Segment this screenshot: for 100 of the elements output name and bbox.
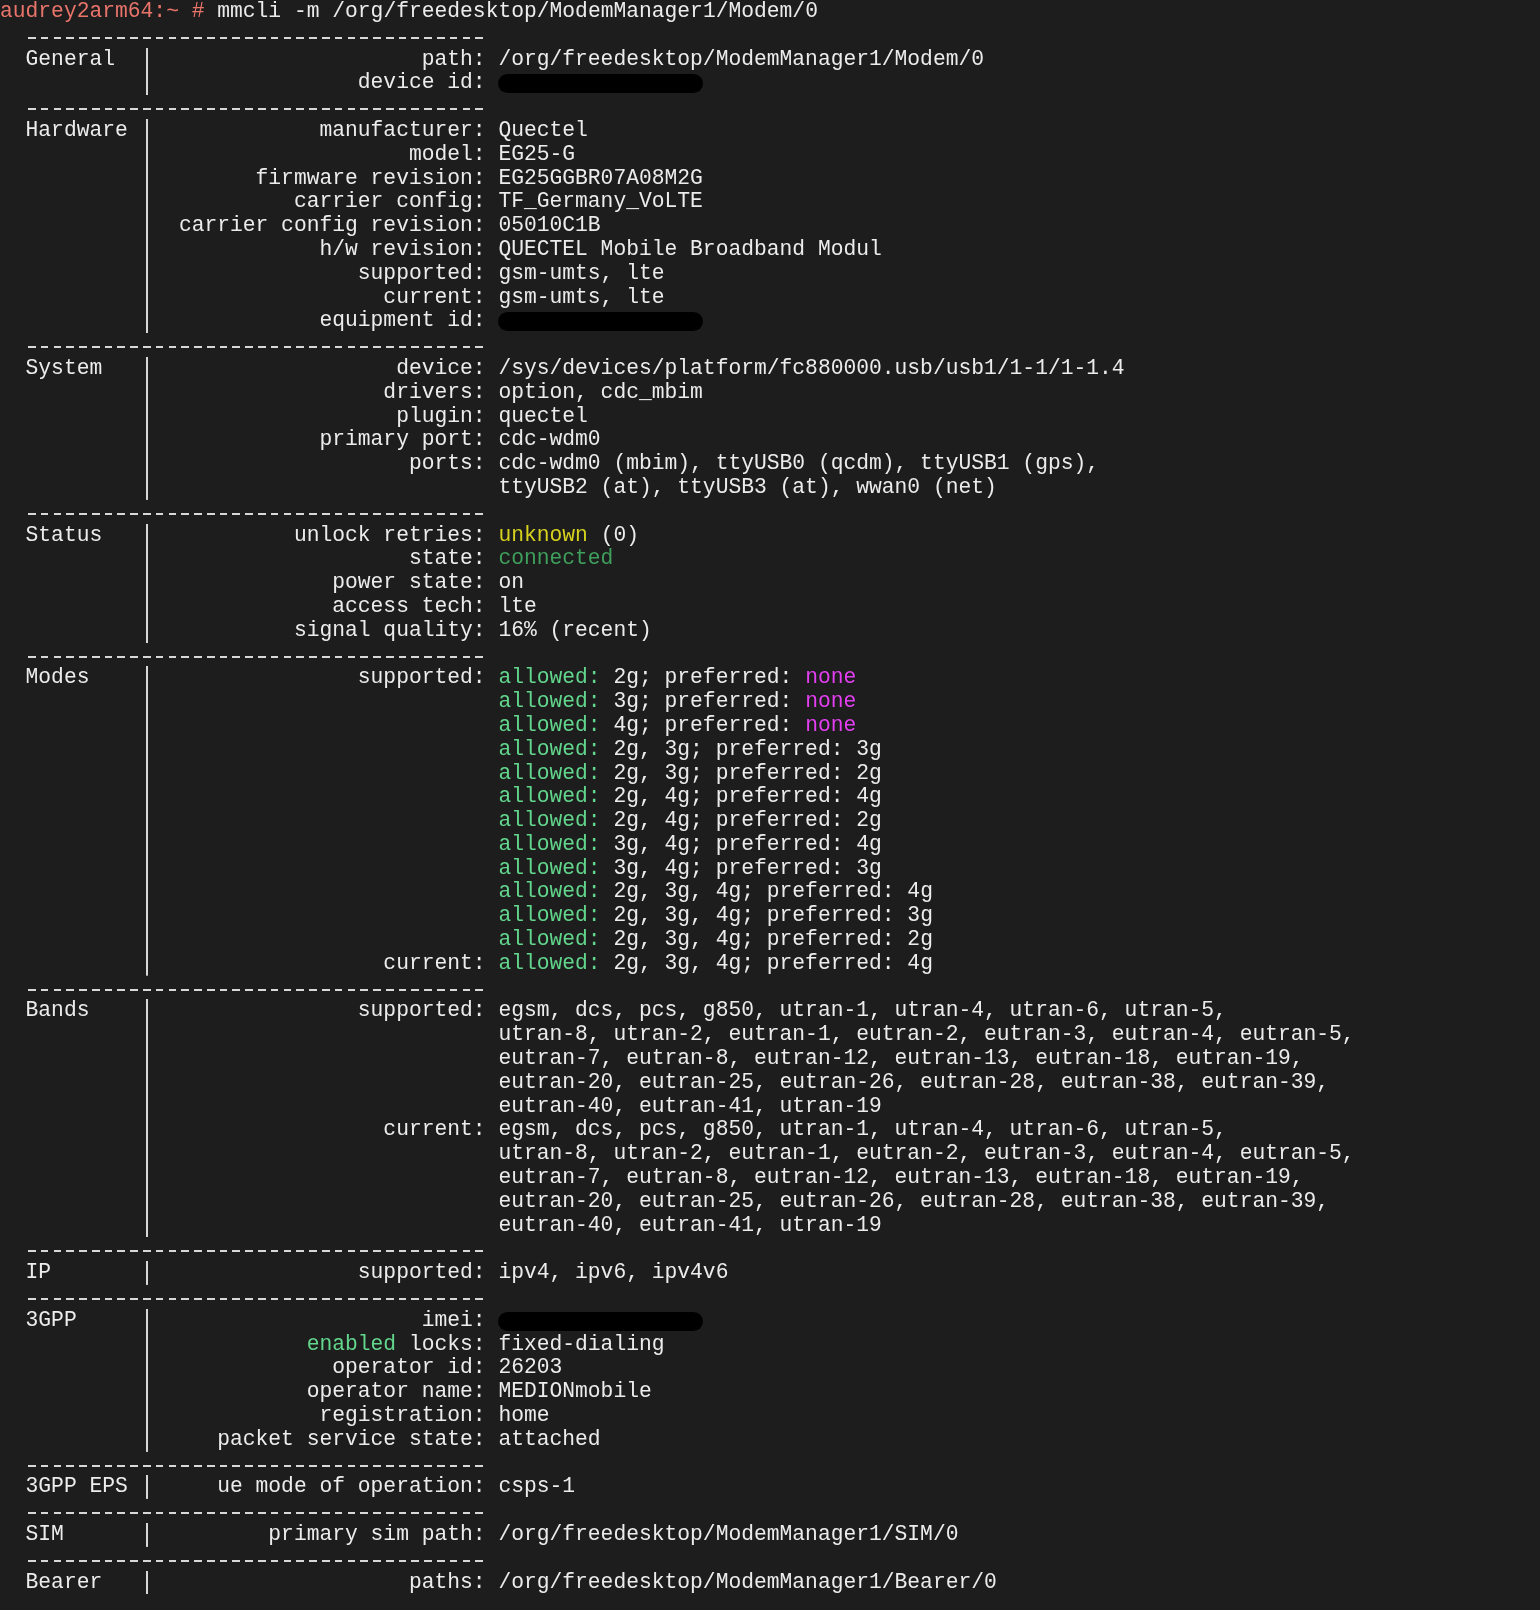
field-value: unknown (0) [498,523,639,548]
field-label: supported: [357,1261,486,1286]
field-value: /org/freedesktop/ModemManager1/Modem/0 [498,47,985,72]
field-value: TF_Germany_VoLTE [498,190,703,215]
section-label: General [25,47,116,72]
field-label: device: [396,356,486,381]
field-value: eutran-40, eutran-41, utran-19 [498,1094,882,1119]
field-value: allowed: 3g, 4g; preferred: 4g [498,832,882,857]
field-value: eutran-40, eutran-41, utran-19 [498,1213,882,1238]
field-label: current: [383,1118,486,1143]
field-label: current: [383,285,486,310]
field-value: connected [498,547,614,572]
field-value: /org/freedesktop/ModemManager1/SIM/0 [498,1523,959,1547]
field-value: option, cdc_mbim [498,380,703,405]
field-value: on [498,571,524,595]
field-label: carrier config: [293,190,486,215]
section-label: IP [25,1261,53,1286]
section-label: System [25,356,104,381]
field-label: access tech: [332,594,486,619]
field-value: utran-8, utran-2, eutran-1, eutran-2, eutran-3, eutran-4, eutran-5, [498,1023,1355,1048]
field-value: egsm, dcs, pcs, g850, utran-1, utran-4, utran-6, utran-5, [498,1118,1227,1143]
field-value: utran-8, utran-2, eutran-1, eutran-2, eutran-3, eutran-4, eutran-5, [498,1142,1355,1167]
field-label: signal quality: [293,618,486,643]
field-value: allowed: 2g, 3g, 4g; preferred: 3g [498,904,933,929]
field-value: eutran-7, eutran-8, eutran-12, eutran-13, eutran-18, eutran-19, [498,1047,1304,1071]
field-value: gsm-umts, lte [498,285,665,310]
section-label: Bands [25,999,91,1024]
field-value: 05010C1B [498,214,601,238]
section-label: Status [25,523,104,548]
field-label: supported: [357,261,486,286]
field-label: device id: [357,71,486,96]
field-value: ipv4, ipv6, ipv4v6 [498,1261,729,1286]
field-label: primary sim path: [268,1523,486,1547]
field-value: cdc-wdm0 (mbim), ttyUSB0 (qcdm), ttyUSB1 (gps), [498,452,1100,476]
prompt-host: audrey2arm64:~ [0,0,179,24]
field-value: allowed: 2g, 3g; preferred: 3g [498,737,882,762]
field-label: ue mode of operation: [217,1475,486,1500]
field-value: lte [498,594,537,619]
field-label: registration: [319,1404,486,1428]
field-label: drivers: [383,380,486,405]
field-value: EG25GGBR07A08M2G [498,166,703,191]
field-label: equipment id: [319,309,486,334]
field-value: EG25-G [498,142,576,167]
field-value: csps-1 [498,1475,576,1500]
field-value: Quectel [498,119,588,143]
field-value: eutran-7, eutran-8, eutran-12, eutran-13, eutran-18, eutran-19, [498,1166,1304,1190]
field-value: 16% (recent) [498,618,652,643]
field-label: operator id: [332,1356,486,1381]
field-label: paths: [408,1570,486,1595]
field-value: allowed: 2g, 3g, 4g; preferred: 4g [498,951,933,976]
field-label: primary port: [319,428,486,453]
field-value: gsm-umts, lte [498,261,665,286]
field-value: allowed: 2g, 4g; preferred: 4g [498,785,882,810]
field-value: allowed: 2g, 4g; preferred: 2g [498,809,882,833]
field-label: packet service state: [217,1427,486,1452]
prompt-symbol: # [191,0,205,24]
field-label: current: [383,951,486,976]
field-value: ttyUSB2 (at), ttyUSB3 (at), wwan0 (net) [498,475,997,500]
field-value: home [498,1404,550,1428]
field-value: allowed: 2g, 3g, 4g; preferred: 2g [498,928,933,952]
field-value: fixed-dialing [498,1332,665,1357]
field-value: allowed: 3g; preferred: none [498,690,857,714]
section-label: SIM [25,1523,65,1547]
field-value: /sys/devices/platform/fc880000.usb/usb1/1-1/1-1.4 [498,356,1125,381]
field-value: 26203 [498,1356,563,1381]
field-value: quectel [498,404,588,429]
field-value: QUECTEL Mobile Broadband Modul [498,237,882,262]
field-label: model: [408,142,486,167]
field-label: enabled locks: [306,1332,486,1357]
section-label: Bearer [25,1570,104,1595]
command-text: mmcli -m /org/freedesktop/ModemManager1/Modem/0 [217,0,818,24]
field-value: eutran-20, eutran-25, eutran-26, eutran-28, eutran-38, eutran-39, [498,1070,1330,1095]
field-value: allowed: 2g, 3g, 4g; preferred: 4g [498,880,933,905]
section-label: 3GPP EPS [25,1475,129,1500]
field-label: operator name: [306,1380,486,1404]
field-label: supported: [357,999,486,1024]
field-value: allowed: 3g, 4g; preferred: 3g [498,856,882,881]
field-label: h/w revision: [319,237,486,262]
field-value: MEDIONmobile [498,1380,652,1404]
field-value: eutran-20, eutran-25, eutran-26, eutran-28, eutran-38, eutran-39, [498,1189,1330,1214]
field-label: supported: [357,666,486,691]
field-value: cdc-wdm0 [498,428,601,453]
field-label: firmware revision: [255,166,486,191]
field-label: path: [421,47,486,72]
field-label: state: [408,547,486,572]
field-value: allowed: 4g; preferred: none [498,713,857,738]
field-label: unlock retries: [293,523,486,548]
field-value: allowed: 2g, 3g; preferred: 2g [498,761,882,786]
field-value: egsm, dcs, pcs, g850, utran-1, utran-4, utran-6, utran-5, [498,999,1227,1024]
field-value: /org/freedesktop/ModemManager1/Bearer/0 [498,1570,997,1595]
section-label: 3GPP [25,1308,78,1333]
field-label: imei: [421,1308,486,1333]
section-label: Modes [25,666,91,691]
field-value: attached [498,1427,601,1452]
field-label: carrier config revision: [178,214,486,238]
field-label: ports: [408,452,486,476]
field-label: power state: [332,571,486,595]
field-label: plugin: [396,404,486,429]
section-label: Hardware [25,119,129,143]
field-label: manufacturer: [319,119,486,143]
